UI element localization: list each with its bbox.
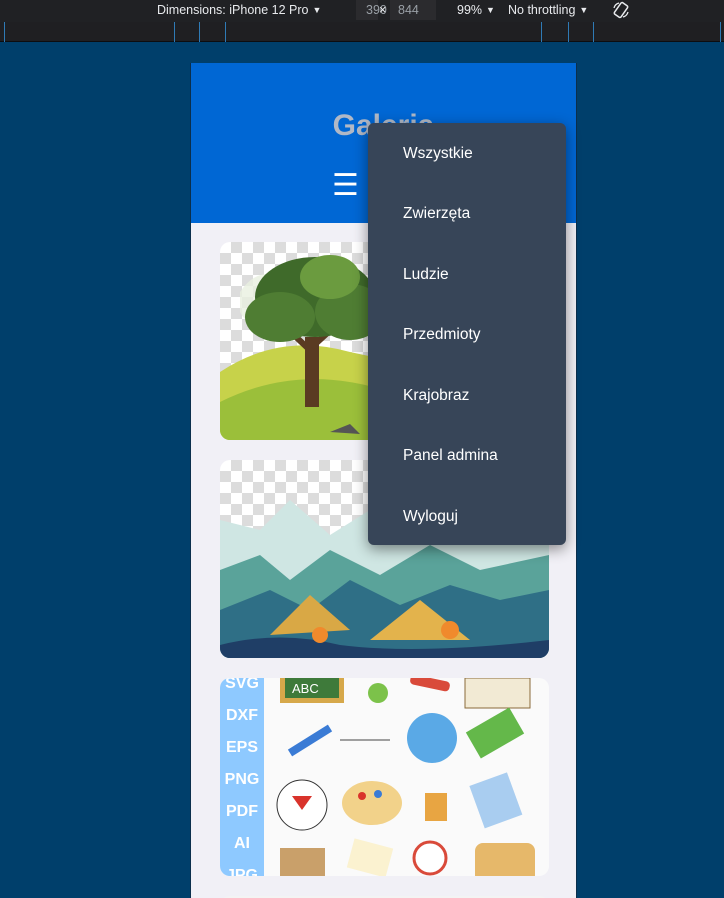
throttling-select[interactable]: No throttling ▼ xyxy=(508,3,588,17)
menu-item-wyloguj[interactable]: Wyloguj xyxy=(403,508,458,526)
menu-item-zwierzeta[interactable]: Zwierzęta xyxy=(403,205,470,223)
rotate-icon[interactable] xyxy=(612,1,630,22)
school-items-clipart-image: ABC xyxy=(276,678,535,876)
chevron-down-icon: ▼ xyxy=(579,5,589,15)
ruler-segment xyxy=(541,22,542,42)
menu-item-wszystkie[interactable]: Wszystkie xyxy=(403,145,473,163)
menu-toggle-icon[interactable]: ☰ xyxy=(332,171,359,201)
zoom-label: 99% xyxy=(457,3,483,17)
chevron-down-icon: ▼ xyxy=(486,5,495,15)
width-input[interactable]: 390 xyxy=(356,0,387,20)
ruler-segment xyxy=(225,22,226,42)
menu-item-ludzie[interactable]: Ludzie xyxy=(403,266,449,284)
ruler-segment xyxy=(199,22,200,42)
times-sign: × xyxy=(379,3,387,17)
devtools-device-toolbar: Dimensions: iPhone 12 Pro ▼ 390 × 844 99%… xyxy=(0,0,724,22)
ruler-segment xyxy=(720,22,721,42)
throttling-label: No throttling xyxy=(508,3,576,17)
ruler-segment xyxy=(174,22,175,42)
zoom-select[interactable]: 99% ▼ xyxy=(457,3,495,17)
clipart-text: ABC xyxy=(292,681,319,696)
ruler-segment xyxy=(568,22,569,42)
menu-item-przedmioty[interactable]: Przedmioty xyxy=(403,326,481,344)
chevron-down-icon: ▼ xyxy=(312,5,322,15)
height-input[interactable]: 844 xyxy=(390,0,436,20)
media-query-ruler[interactable] xyxy=(0,22,724,42)
gallery-card[interactable]: SVG DXF EPS PNG PDF AI JPG ABC xyxy=(220,678,549,876)
menu-item-panel-admina[interactable]: Panel admina xyxy=(403,447,498,465)
menu-item-krajobraz[interactable]: Krajobraz xyxy=(403,387,469,405)
nav-dropdown-menu: Wszystkie Zwierzęta Ludzie Przedmioty Kr… xyxy=(368,123,566,545)
ruler-segment xyxy=(4,22,5,42)
device-select[interactable]: Dimensions: iPhone 12 Pro ▼ xyxy=(157,3,321,17)
ruler-segment xyxy=(593,22,594,42)
device-label: Dimensions: iPhone 12 Pro xyxy=(157,3,309,17)
